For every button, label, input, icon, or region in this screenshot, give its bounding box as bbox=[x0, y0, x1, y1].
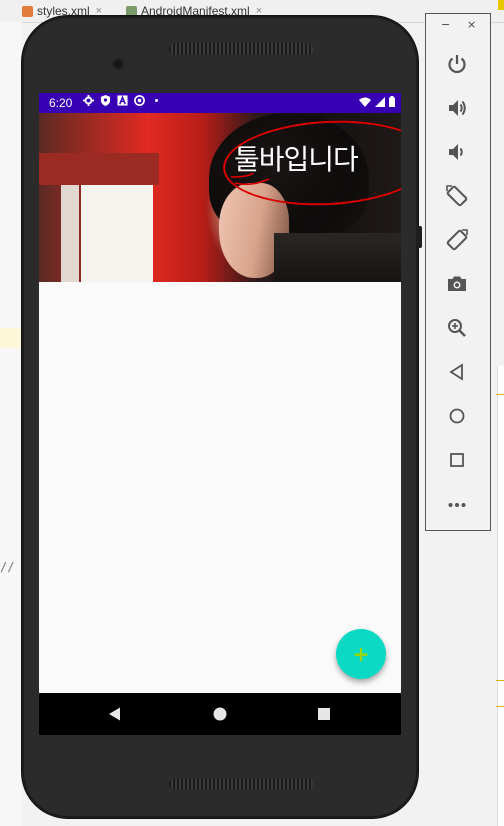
background-photo-window bbox=[61, 185, 79, 282]
emulator-back-button[interactable] bbox=[444, 359, 470, 385]
back-icon[interactable] bbox=[106, 705, 124, 723]
background-photo-coat bbox=[274, 233, 401, 282]
settings-icon bbox=[83, 95, 94, 106]
more-button[interactable] bbox=[444, 491, 470, 517]
home-icon[interactable] bbox=[211, 705, 229, 723]
front-camera bbox=[112, 58, 124, 70]
at-icon bbox=[134, 95, 145, 106]
top-speaker bbox=[169, 43, 313, 55]
toolbar: 툴바입니다 bbox=[39, 113, 401, 282]
device-side-button bbox=[416, 226, 422, 248]
status-time: 6:20 bbox=[49, 96, 73, 110]
close-button[interactable]: × bbox=[467, 18, 476, 31]
ide-gutter bbox=[0, 22, 22, 826]
ide-scroll-mark bbox=[496, 394, 504, 395]
more-icon bbox=[448, 503, 466, 507]
device-screen: 6:20 툴바입니다 + bbox=[39, 93, 401, 735]
volume-up-icon bbox=[449, 100, 466, 116]
overview-icon bbox=[450, 453, 464, 467]
rotate-right-button[interactable] bbox=[444, 227, 470, 253]
screenshot-button[interactable] bbox=[444, 271, 470, 297]
manifest-file-icon bbox=[126, 5, 137, 17]
dot-icon bbox=[155, 99, 158, 102]
ide-scroll-mark bbox=[496, 706, 504, 707]
bottom-speaker bbox=[169, 778, 313, 790]
camera-icon bbox=[448, 276, 466, 291]
ide-code-fragment: // bbox=[0, 560, 15, 574]
rotate-right-icon bbox=[446, 229, 468, 251]
ide-scroll-strip[interactable] bbox=[497, 366, 504, 826]
recents-icon[interactable] bbox=[315, 705, 333, 723]
volume-down-button[interactable] bbox=[444, 139, 470, 165]
floating-action-button[interactable]: + bbox=[336, 629, 386, 679]
rotate-left-button[interactable] bbox=[444, 183, 470, 209]
a-icon bbox=[117, 95, 128, 106]
emulator-home-button[interactable] bbox=[444, 403, 470, 429]
status-bar: 6:20 bbox=[39, 93, 401, 113]
rotate-left-icon bbox=[446, 185, 468, 207]
home-icon bbox=[449, 408, 465, 424]
plus-icon: + bbox=[352, 642, 370, 666]
emulator-control-panel: − × bbox=[425, 13, 491, 531]
volume-up-button[interactable] bbox=[444, 95, 470, 121]
power-button[interactable] bbox=[444, 51, 470, 77]
annotation-underline bbox=[230, 172, 270, 186]
signal-icon bbox=[375, 96, 385, 107]
wifi-icon bbox=[359, 97, 371, 107]
battery-icon bbox=[389, 96, 395, 107]
zoom-icon bbox=[448, 319, 466, 337]
ide-scroll-mark bbox=[496, 680, 504, 681]
background-photo-window bbox=[81, 185, 153, 282]
power-icon bbox=[448, 55, 466, 74]
shield-icon bbox=[100, 95, 111, 106]
ide-marker bbox=[498, 0, 504, 10]
volume-down-icon bbox=[449, 144, 463, 160]
minimize-button[interactable]: − bbox=[441, 18, 450, 31]
zoom-button[interactable] bbox=[444, 315, 470, 341]
navigation-bar bbox=[39, 693, 401, 735]
emulator-overview-button[interactable] bbox=[444, 447, 470, 473]
xml-file-icon bbox=[22, 5, 33, 17]
back-icon bbox=[449, 363, 463, 381]
background-photo-beam bbox=[39, 153, 159, 185]
